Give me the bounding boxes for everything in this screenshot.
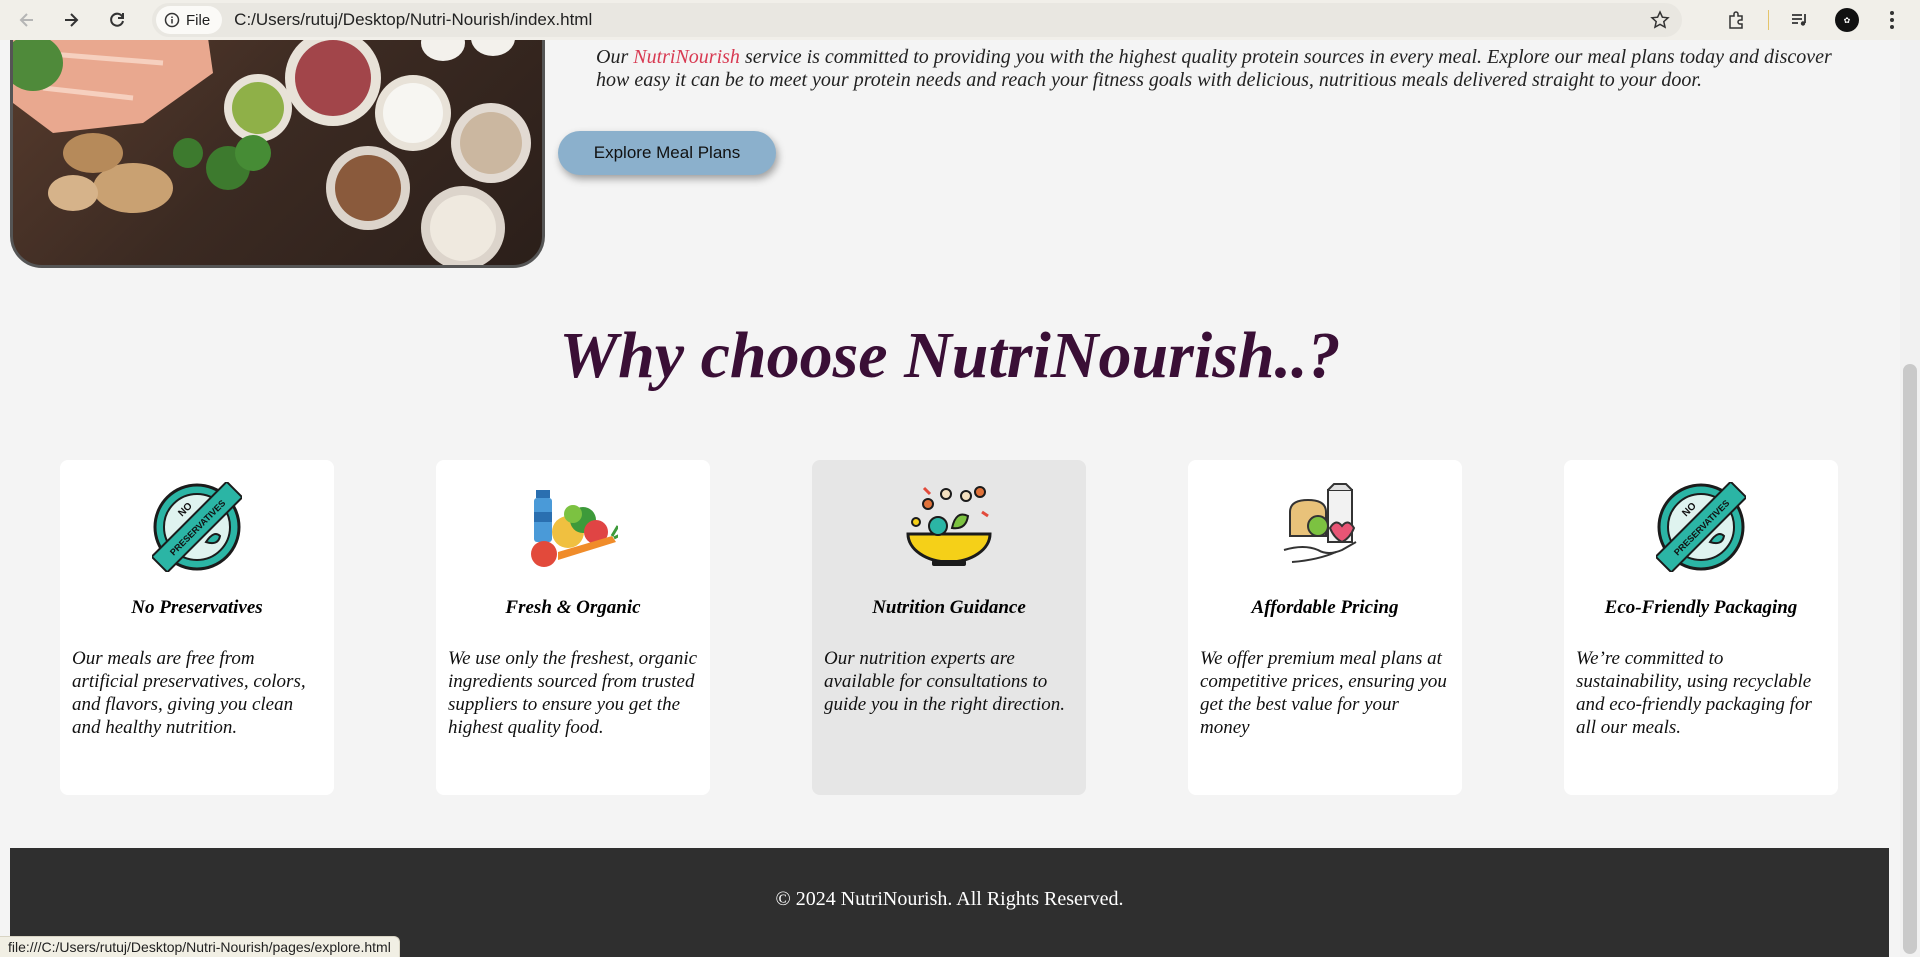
- card-title: No Preservatives: [131, 597, 263, 618]
- url-text[interactable]: C:/Users/rutuj/Desktop/Nutri-Nourish/ind…: [234, 10, 592, 30]
- forward-icon[interactable]: [56, 5, 86, 35]
- feature-card-affordable-pricing: Affordable Pricing We offer premium meal…: [1188, 460, 1462, 795]
- reload-icon[interactable]: [102, 5, 132, 35]
- browser-toolbar: File C:/Users/rutuj/Desktop/Nutri-Nouris…: [0, 0, 1920, 40]
- feature-card-eco-friendly: PRESERVATIVES NO Eco-Friendly Packaging …: [1564, 460, 1838, 795]
- status-bar-url: file:///C:/Users/rutuj/Desktop/Nutri-Nou…: [0, 936, 400, 957]
- card-title: Eco-Friendly Packaging: [1604, 597, 1798, 618]
- info-icon: [164, 12, 180, 28]
- card-title: Affordable Pricing: [1251, 597, 1399, 618]
- scrollbar-thumb[interactable]: [1903, 364, 1917, 954]
- feature-card-nutrition-guidance: Nutrition Guidance Our nutrition experts…: [812, 460, 1086, 795]
- no-preservatives-icon: PRESERVATIVES NO: [60, 482, 334, 572]
- fresh-food-icon: [436, 482, 710, 572]
- avatar[interactable]: ✿: [1835, 8, 1859, 32]
- copyright-text: © 2024 NutriNourish. All Rights Reserved…: [775, 888, 1124, 910]
- card-description: We offer premium meal plans at competiti…: [1200, 648, 1447, 738]
- hero-text-before: Our: [596, 46, 634, 68]
- back-icon[interactable]: [12, 5, 42, 35]
- card-description: We use only the freshest, organic ingred…: [448, 648, 698, 738]
- address-bar[interactable]: File C:/Users/rutuj/Desktop/Nutri-Nouris…: [152, 3, 1682, 37]
- hero-food-image: [10, 40, 545, 268]
- feature-card-fresh-organic: Fresh & Organic We use only the freshest…: [436, 460, 710, 795]
- salad-bowl-icon: [812, 482, 1086, 572]
- brand-name: NutriNourish: [633, 46, 740, 68]
- card-title: Nutrition Guidance: [872, 597, 1026, 618]
- card-description: Our nutrition experts are available for …: [824, 648, 1065, 715]
- hero-description: Our NutriNourish service is committed to…: [596, 46, 1866, 92]
- star-icon[interactable]: [1650, 10, 1670, 30]
- feature-card-no-preservatives: PRESERVATIVES NO No Preservatives Our me…: [60, 460, 334, 795]
- site-info-chip[interactable]: File: [156, 6, 223, 34]
- media-icon[interactable]: [1788, 8, 1812, 32]
- toolbar-divider: [1768, 10, 1769, 30]
- card-description: We’re committed to sustainability, using…: [1576, 648, 1812, 738]
- no-preservatives-icon: PRESERVATIVES NO: [1564, 482, 1838, 572]
- hero-text-after: service is committed to providing you wi…: [596, 46, 1832, 91]
- section-title: Why choose NutriNourish..?: [559, 319, 1341, 392]
- site-chip-label: File: [186, 11, 211, 29]
- explore-meal-plans-button[interactable]: Explore Meal Plans: [558, 131, 776, 175]
- card-description: Our meals are free from artificial prese…: [72, 648, 306, 738]
- extensions-icon[interactable]: [1724, 8, 1748, 32]
- page-viewport: Our NutriNourish service is committed to…: [0, 40, 1900, 957]
- menu-icon[interactable]: [1880, 8, 1904, 32]
- hand-food-icon: [1188, 482, 1462, 572]
- card-title: Fresh & Organic: [505, 597, 641, 618]
